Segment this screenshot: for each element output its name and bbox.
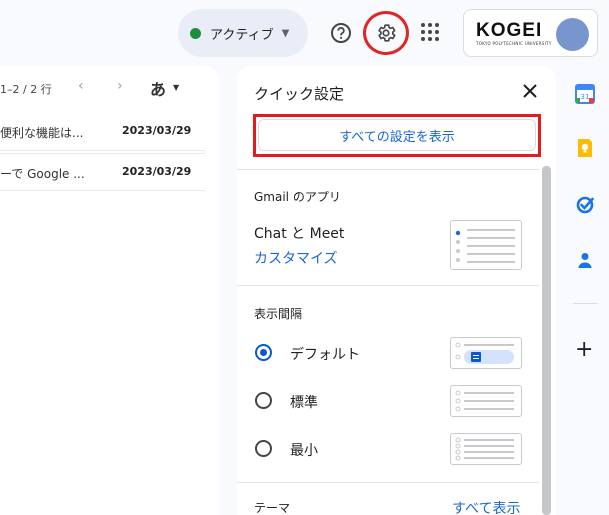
help-button[interactable] (330, 22, 352, 44)
google-apps-button[interactable] (420, 22, 440, 42)
top-header: アクティブ ▼ KOGEI TOKYO POLYTECHNIC UNIVERSI (0, 0, 609, 66)
section-title-density: 表示間隔 (254, 307, 303, 321)
table-row[interactable]: ーで Google ... 2023/03/29 (0, 153, 205, 191)
see-all-settings-button[interactable]: すべての設定を表示 (258, 119, 536, 151)
status-selector[interactable]: アクティブ ▼ (178, 9, 308, 57)
calendar-day: 31 (581, 93, 590, 101)
mail-snippet: 便利な機能は... (0, 126, 84, 140)
contacts-button[interactable] (575, 250, 595, 270)
density-default-thumbnail[interactable] (450, 337, 522, 369)
divider (573, 303, 597, 304)
status-dot-icon (190, 27, 201, 39)
density-comfortable-label: 標準 (290, 395, 318, 411)
table-row[interactable]: 便利な機能は... 2023/03/29 (0, 113, 205, 151)
chevron-down-icon: ▼ (281, 27, 290, 39)
close-button[interactable] (521, 82, 539, 100)
layout-preview-icon (455, 390, 514, 412)
organization-logo: KOGEI TOKYO POLYTECHNIC UNIVERSITY (472, 19, 552, 49)
chevron-left-icon[interactable]: ‹ (78, 78, 84, 94)
panel-title: クイック設定 (254, 85, 345, 103)
tasks-button[interactable] (575, 194, 595, 214)
layout-preview-icon (455, 229, 515, 263)
density-comfortable-radio[interactable] (255, 392, 272, 409)
avatar[interactable] (556, 18, 589, 51)
settings-button[interactable] (363, 9, 409, 57)
density-comfortable-thumbnail[interactable] (450, 385, 522, 417)
mail-date: 2023/03/29 (122, 165, 192, 178)
divider (237, 169, 539, 170)
close-icon (523, 84, 537, 98)
mail-date: 2023/03/29 (122, 124, 192, 137)
calendar-button[interactable]: 31 (575, 84, 595, 104)
density-compact-radio[interactable] (255, 440, 272, 457)
logo-text: KOGEI (476, 20, 543, 41)
divider (237, 482, 539, 483)
density-compact-label: 最小 (290, 443, 318, 459)
account-switcher[interactable]: KOGEI TOKYO POLYTECHNIC UNIVERSITY (463, 9, 598, 57)
pager-range: 1–2 / 2 行 (0, 83, 52, 96)
density-compact-thumbnail[interactable] (450, 433, 522, 465)
divider (237, 285, 539, 286)
section-title-apps: Gmail のアプリ (254, 190, 341, 204)
caret-down-icon[interactable]: ▼ (173, 83, 179, 92)
density-default-label: デフォルト (290, 347, 360, 363)
status-label: アクティブ (210, 27, 274, 43)
keep-button[interactable] (575, 138, 595, 158)
logo-subtext: TOKYO POLYTECHNIC UNIVERSITY (476, 41, 552, 46)
help-icon (331, 23, 351, 43)
gear-icon (378, 24, 396, 42)
layout-preview-icon (455, 437, 514, 461)
layout-preview-icon (455, 342, 514, 364)
input-tools-button[interactable]: あ (150, 76, 166, 100)
theme-see-all-link[interactable]: すべて表示 (452, 498, 520, 515)
scrollbar[interactable] (542, 166, 551, 515)
customize-link[interactable]: カスタマイズ (254, 248, 338, 268)
quick-settings-panel: クイック設定 すべての設定を表示 Gmail のアプリ Chat と Meet … (237, 66, 556, 515)
chat-meet-label: Chat と Meet (254, 226, 345, 242)
mail-snippet: ーで Google ... (0, 167, 85, 181)
keep-icon (578, 139, 592, 157)
mail-list-panel: 1–2 / 2 行 ‹ › あ ▼ 便利な機能は... 2023/03/29 ー… (0, 66, 219, 515)
section-title-theme: テーマ (254, 501, 291, 515)
add-icon[interactable]: + (575, 339, 593, 361)
calendar-icon: 31 (575, 84, 595, 104)
chevron-right-icon[interactable]: › (117, 78, 123, 94)
density-default-radio[interactable] (255, 344, 272, 361)
apps-grid-icon (421, 23, 439, 41)
apps-layout-thumbnail[interactable] (450, 220, 522, 270)
contacts-icon (578, 253, 592, 268)
tasks-icon (576, 196, 594, 214)
